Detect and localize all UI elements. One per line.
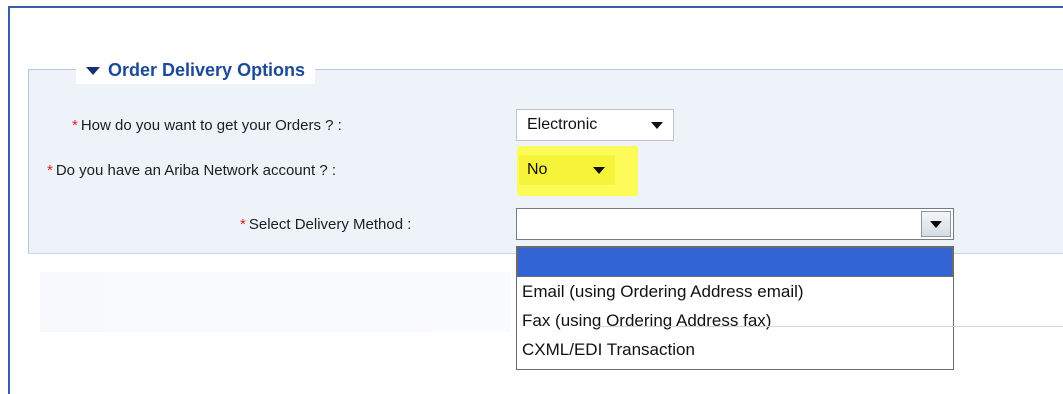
delivery-label-text: Select Delivery Method : xyxy=(248,216,412,233)
triangle-down-icon[interactable] xyxy=(86,67,100,75)
divider xyxy=(596,326,1063,327)
ariba-account-value: No xyxy=(527,161,548,178)
ariba-account-select[interactable]: No xyxy=(519,155,615,185)
delivery-option-fax[interactable]: Fax (using Ordering Address fax) xyxy=(517,306,953,335)
panel-shadow xyxy=(40,272,510,332)
required-marker: * xyxy=(47,162,53,179)
ariba-label-text: Do you have an Ariba Network account ? : xyxy=(55,162,337,179)
delivery-field-label: * Select Delivery Method : xyxy=(240,216,411,233)
chevron-down-icon[interactable] xyxy=(593,166,605,174)
ariba-field-label: * Do you have an Ariba Network account ? … xyxy=(47,162,336,179)
required-marker: * xyxy=(240,216,246,233)
delivery-method-select[interactable] xyxy=(516,208,954,240)
required-marker: * xyxy=(72,117,78,134)
orders-method-select[interactable]: Electronic xyxy=(516,109,674,141)
delivery-option-blank[interactable] xyxy=(517,247,953,277)
dropdown-button[interactable] xyxy=(921,211,951,237)
orders-method-value: Electronic xyxy=(527,116,598,133)
chevron-down-icon xyxy=(930,220,942,228)
delivery-method-options: Email (using Ordering Address email) Fax… xyxy=(516,246,954,370)
delivery-option-email[interactable]: Email (using Ordering Address email) xyxy=(517,277,953,306)
orders-field-label: * How do you want to get your Orders ? : xyxy=(72,117,342,134)
section-legend[interactable]: Order Delivery Options xyxy=(76,56,316,84)
chevron-down-icon[interactable] xyxy=(651,121,663,129)
section-title: Order Delivery Options xyxy=(108,59,306,80)
delivery-option-cxml[interactable]: CXML/EDI Transaction xyxy=(517,335,953,364)
orders-label-text: How do you want to get your Orders ? : xyxy=(80,117,342,134)
